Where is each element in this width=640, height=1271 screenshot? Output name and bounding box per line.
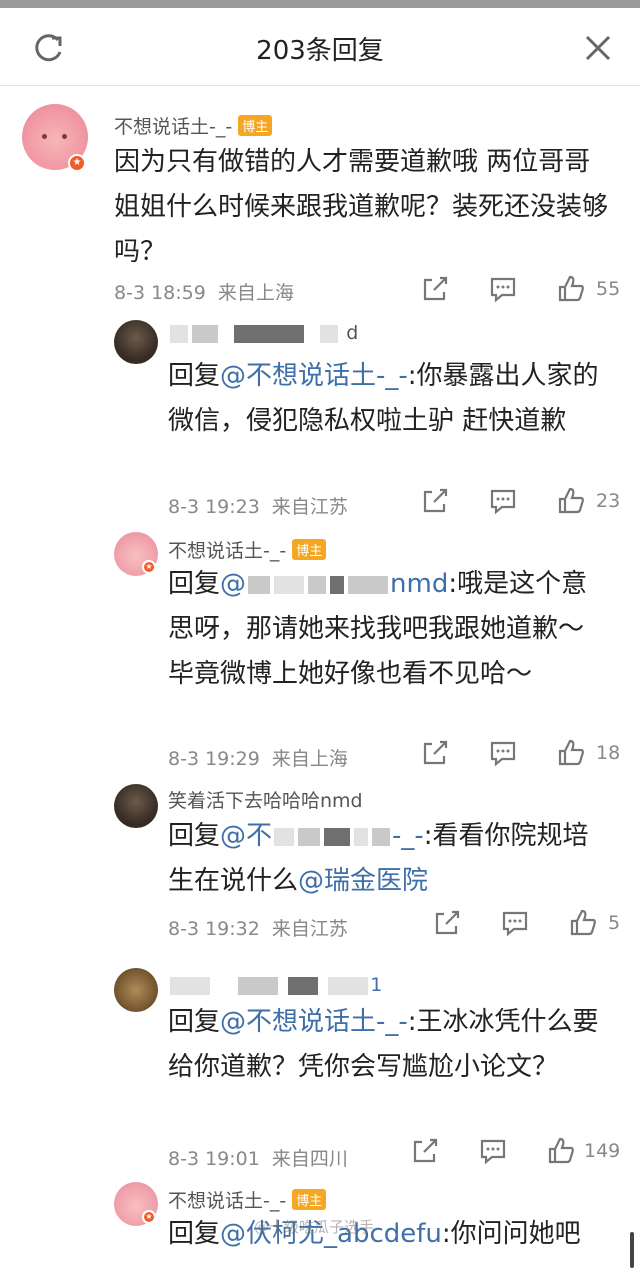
thumbs-up-icon[interactable] (556, 486, 586, 516)
thumbs-up-icon[interactable] (568, 908, 598, 938)
like-count: 5 (608, 912, 621, 934)
reply-meta: 8-3 19:29 来自上海 (168, 748, 348, 770)
reply-author[interactable]: 不想说话土-_- 博主 (168, 1186, 327, 1213)
reply-author[interactable]: 1 (168, 974, 382, 996)
comment-icon[interactable] (488, 274, 518, 304)
mention-link[interactable]: @不想说话土-_- (220, 1007, 408, 1037)
reply-meta: 8-3 19:32 来自江苏 (168, 918, 348, 940)
comment-icon[interactable] (488, 486, 518, 516)
mention-link[interactable]: @瑞金医院 (298, 866, 428, 896)
close-icon[interactable] (578, 28, 618, 68)
reply-text: 回复@ nmd:哦是这个意思呀，那请她来找我吧我跟她道歉～毕竟微博上她好像也看不见… (168, 569, 588, 689)
status-strip (0, 0, 640, 8)
like-count: 18 (596, 742, 621, 764)
blogger-badge: 博主 (238, 115, 273, 136)
reply-meta: 8-3 19:23 来自江苏 (168, 496, 348, 518)
blogger-badge: 博主 (292, 1189, 327, 1210)
blogger-badge: 博主 (292, 539, 327, 560)
like-count: 23 (596, 490, 621, 512)
reply-author[interactable]: 笑着活下去哈哈哈nmd (168, 786, 363, 813)
share-icon[interactable] (432, 908, 462, 938)
mention-link[interactable]: @ nmd (220, 569, 448, 599)
vip-badge-icon: ★ (142, 1210, 156, 1224)
vip-badge-icon: ★ (142, 560, 156, 574)
thumbs-up-icon[interactable] (556, 274, 586, 304)
like-count: 55 (596, 278, 621, 300)
reply-author[interactable]: d (168, 322, 358, 344)
share-icon[interactable] (410, 1136, 440, 1166)
reply-text: 回复@不 -_-:看看你院规培生在说什么@瑞金医院 (168, 821, 589, 896)
avatar[interactable] (114, 320, 158, 364)
comment-text: 因为只有做错的人才需要道歉哦 两位哥哥姐姐什么时候来跟我道歉呢？装死还没装够吗？ (114, 147, 609, 267)
reply-meta: 8-3 19:01 来自四川 (168, 1148, 348, 1170)
reply-author[interactable]: 不想说话土-_- 博主 (168, 536, 327, 563)
watermark: @十级吃瓜子选手 (254, 1218, 375, 1236)
vip-badge-icon: ★ (68, 154, 86, 172)
share-icon[interactable] (420, 274, 450, 304)
like-count: 149 (584, 1140, 621, 1162)
avatar[interactable] (114, 784, 158, 828)
comment-meta: 8-3 18:59 来自上海 (114, 282, 294, 304)
mention-link[interactable]: @不想说话土-_- (220, 361, 408, 391)
thumbs-up-icon[interactable] (556, 738, 586, 768)
thumbs-up-icon[interactable] (546, 1136, 576, 1166)
mention-link[interactable]: @不 -_- (220, 821, 424, 851)
reply-text: 回复@不想说话土-_-:你暴露出人家的微信，侵犯隐私权啦土驴 赶快道歉 (168, 361, 599, 436)
comment-author[interactable]: 不想说话土-_- 博主 (114, 112, 273, 139)
page-title: 203条回复 (256, 36, 384, 66)
reply-header: 203条回复 (0, 8, 640, 86)
reply-text: 回复@伏柯尤_abcdefu:你问问她吧 (168, 1219, 581, 1249)
avatar[interactable] (114, 968, 158, 1012)
share-icon[interactable] (420, 738, 450, 768)
share-icon[interactable] (420, 486, 450, 516)
reply-text: 回复@不想说话土-_-:王冰冰凭什么要给你道歉？凭你会写尴尬小论文？ (168, 1007, 599, 1082)
comment-icon[interactable] (478, 1136, 508, 1166)
comment-icon[interactable] (500, 908, 530, 938)
scrollbar[interactable] (630, 1232, 634, 1268)
comment-icon[interactable] (488, 738, 518, 768)
